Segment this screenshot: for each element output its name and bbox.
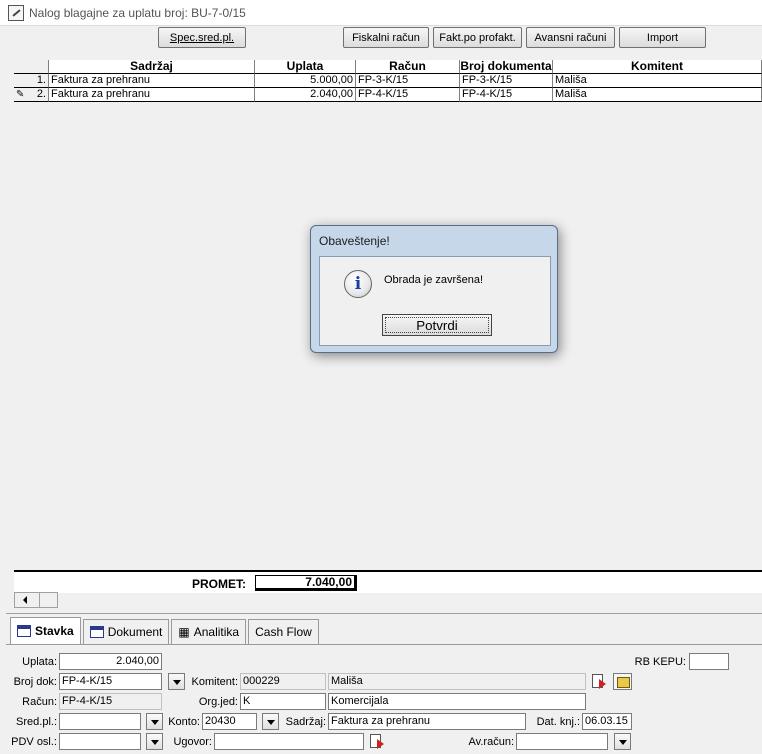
cell-broj-dokumenta[interactable]: FP-3-K/15 — [460, 74, 553, 88]
broj-dok-field[interactable]: FP-4-K/15 — [59, 673, 162, 690]
sadrzaj-field[interactable]: Faktura za prehranu — [328, 713, 526, 730]
spec-sred-pl-button[interactable]: Spec.sred.pl. — [158, 27, 246, 48]
potvrdi-button[interactable]: Potvrdi — [382, 314, 492, 336]
row-number-label: 2. — [36, 88, 46, 100]
tab-dokument[interactable]: Dokument — [82, 619, 170, 644]
scrollbar-divider — [39, 593, 40, 607]
window-icon — [17, 625, 31, 637]
pdv-osl-field[interactable] — [59, 733, 141, 750]
sred-pl-dropdown-icon[interactable] — [146, 713, 163, 730]
komitent-label: Komitent: — [191, 676, 238, 688]
tab-label: Cash Flow — [255, 625, 312, 639]
promet-value: 7.040,00 — [255, 575, 357, 591]
sred-pl-field[interactable] — [59, 713, 141, 730]
fiskalni-racun-button[interactable]: Fiskalni račun — [343, 27, 429, 48]
racun-label: Račun: — [22, 696, 57, 708]
tab-label: Stavka — [35, 624, 74, 638]
horizontal-scrollbar[interactable] — [14, 592, 58, 608]
divider — [6, 613, 762, 614]
window-title: Nalog blagajne za uplatu broj: BU-7-0/15 — [29, 5, 246, 20]
table-row[interactable]: ✎ 2. Faktura za prehranu 2.040,00 FP-4-K… — [14, 88, 762, 102]
cell-racun[interactable]: FP-3-K/15 — [356, 74, 460, 88]
org-jed-name-field[interactable]: Komercijala — [328, 693, 586, 710]
konto-label: Konto: — [168, 716, 200, 728]
title-bar: Nalog blagajne za uplatu broj: BU-7-0/15 — [0, 0, 762, 26]
dialog-title: Obaveštenje! — [319, 234, 390, 248]
row-number: ✎ 2. — [14, 88, 49, 102]
cell-sadrzaj[interactable]: Faktura za prehranu — [49, 88, 255, 102]
table-row[interactable]: 1. Faktura za prehranu 5.000,00 FP-3-K/1… — [14, 74, 762, 88]
dat-knj-label: Dat. knj.: — [536, 716, 580, 728]
broj-dok-label: Broj dok: — [13, 676, 57, 688]
rb-kepu-field[interactable] — [689, 653, 729, 670]
tab-stavka[interactable]: Stavka — [10, 617, 81, 644]
racun-field[interactable]: FP-4-K/15 — [59, 693, 162, 710]
folder-icon[interactable] — [613, 673, 632, 690]
avansni-racuni-button[interactable]: Avansni računi — [526, 27, 615, 48]
komitent-name-field[interactable]: Mališa — [328, 673, 586, 690]
dat-knj-field[interactable]: 06.03.15 — [582, 713, 632, 730]
av-racun-label: Av.račun: — [468, 736, 514, 748]
org-jed-code-field[interactable]: K — [240, 693, 326, 710]
grid-header: Sadržaj Uplata Račun Broj dokumenta Komi… — [14, 60, 762, 74]
ugovor-field[interactable] — [214, 733, 364, 750]
cell-broj-dokumenta[interactable]: FP-4-K/15 — [460, 88, 553, 102]
tab-cash-flow[interactable]: Cash Flow — [248, 619, 319, 644]
konto-field[interactable]: 20430 — [202, 713, 257, 730]
pencil-icon: ✎ — [16, 89, 25, 100]
tab-label: Analitika — [193, 625, 240, 639]
konto-dropdown-icon[interactable] — [262, 713, 279, 730]
app-icon — [8, 4, 24, 21]
pdv-osl-label: PDV osl.: — [11, 736, 57, 748]
av-racun-field[interactable] — [516, 733, 608, 750]
fakt-po-profakt-button[interactable]: Fakt.po profakt. — [433, 27, 522, 48]
komitent-code-field[interactable]: 000229 — [240, 673, 326, 690]
open-document-icon[interactable] — [368, 733, 385, 750]
cell-komitent[interactable]: Mališa — [553, 88, 762, 102]
av-racun-dropdown-icon[interactable] — [614, 733, 631, 750]
sred-pl-label: Sred.pl.: — [16, 716, 57, 728]
cell-komitent[interactable]: Mališa — [553, 74, 762, 88]
info-icon: i — [344, 270, 372, 298]
document-list-icon — [89, 626, 104, 638]
row-number: 1. — [14, 74, 49, 88]
row-number-header — [14, 60, 49, 74]
import-button[interactable]: Import — [619, 27, 706, 48]
col-uplata-header[interactable]: Uplata — [255, 60, 356, 74]
open-document-icon[interactable] — [590, 673, 607, 690]
scroll-left-icon[interactable] — [23, 596, 27, 604]
tab-label: Dokument — [107, 625, 163, 639]
col-racun-header[interactable]: Račun — [356, 60, 460, 74]
dialog-message: Obrada je završena! — [384, 274, 484, 286]
cell-racun[interactable]: FP-4-K/15 — [356, 88, 460, 102]
notification-dialog: Obaveštenje! i Obrada je završena! Potvr… — [310, 225, 558, 353]
tab-bar: Stavka Dokument ▦ Analitika Cash Flow — [10, 617, 321, 645]
totals-bar: PROMET: 7.040,00 — [14, 570, 762, 593]
cell-uplata[interactable]: 2.040,00 — [255, 88, 356, 102]
tab-panel-border — [6, 644, 762, 645]
org-jed-label: Org.jed: — [198, 696, 238, 708]
broj-dok-dropdown-icon[interactable] — [168, 673, 185, 690]
analytics-icon: ▦ — [178, 625, 190, 639]
uplata-label: Uplata: — [22, 656, 57, 668]
col-komitent-header[interactable]: Komitent — [553, 60, 762, 74]
ugovor-label: Ugovor: — [173, 736, 212, 748]
col-broj-dokumenta-header[interactable]: Broj dokumenta — [460, 60, 553, 74]
cell-uplata[interactable]: 5.000,00 — [255, 74, 356, 88]
cell-sadrzaj[interactable]: Faktura za prehranu — [49, 74, 255, 88]
promet-label: PROMET: — [192, 577, 246, 591]
uplata-field[interactable]: 2.040,00 — [59, 653, 162, 670]
items-grid[interactable]: Sadržaj Uplata Račun Broj dokumenta Komi… — [14, 60, 762, 102]
col-sadrzaj-header[interactable]: Sadržaj — [49, 60, 255, 74]
rb-kepu-label: RB KEPU: — [634, 656, 686, 668]
sadrzaj-label: Sadržaj: — [285, 716, 326, 728]
dialog-body: i Obrada je završena! Potvrdi — [319, 256, 551, 346]
tab-analitika[interactable]: ▦ Analitika — [171, 619, 247, 644]
